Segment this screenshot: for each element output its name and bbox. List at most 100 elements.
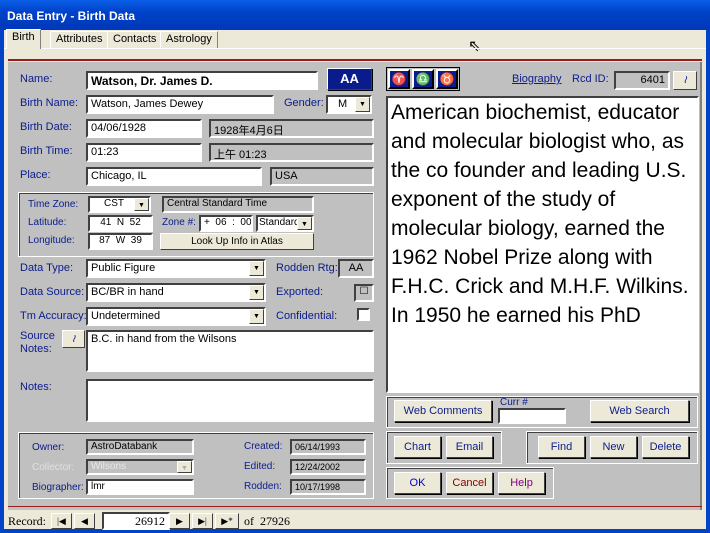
- data-source-value: BC/BR in hand: [91, 286, 164, 298]
- web-comments-button[interactable]: Web Comments: [394, 400, 492, 422]
- aa-button[interactable]: AA: [327, 68, 372, 90]
- confidential-checkbox[interactable]: [357, 308, 370, 321]
- rodden-rating-field: AA: [338, 259, 374, 278]
- chevron-down-icon: ▼: [177, 461, 192, 473]
- curr-input[interactable]: [498, 408, 566, 424]
- collector-label: Collector:: [32, 462, 75, 473]
- country-field: USA: [270, 167, 374, 186]
- mouse-cursor-icon: ⇖: [468, 38, 482, 55]
- delete-button[interactable]: Delete: [642, 436, 689, 458]
- birth-date-label: Birth Date:: [20, 121, 72, 133]
- record-navigator: Record: |◀ ◀ 26912 ▶ ▶| ▶* of 27926: [4, 512, 706, 530]
- tab-label: Contacts: [113, 33, 157, 45]
- source-notes-label-2: Notes:: [20, 343, 52, 355]
- place-input[interactable]: Chicago, IL: [86, 167, 262, 186]
- data-type-select[interactable]: Public Figure ▼: [86, 259, 266, 278]
- tab-astrology[interactable]: Astrology: [160, 31, 218, 48]
- chart-button[interactable]: Chart: [394, 436, 441, 458]
- zone-label: Zone #:: [162, 217, 196, 228]
- title-bar: Data Entry - Birth Data: [0, 0, 710, 30]
- tm-accuracy-label: Tm Accuracy:: [20, 310, 87, 322]
- chevron-down-icon[interactable]: ▼: [249, 309, 264, 324]
- birth-name-input[interactable]: Watson, James Dewey: [86, 95, 274, 114]
- source-notes-label: Source: [20, 330, 55, 342]
- birth-time-local: 上午 01:23: [209, 143, 374, 162]
- gender-value: M: [338, 98, 348, 110]
- email-button[interactable]: Email: [446, 436, 493, 458]
- tab-label: Astrology: [166, 33, 212, 45]
- tab-birth[interactable]: Birth: [6, 29, 41, 49]
- rodden-date-label: Rodden:: [244, 481, 282, 492]
- chevron-down-icon[interactable]: ▼: [355, 97, 370, 112]
- rodden-date-field: 10/17/1998: [290, 479, 366, 495]
- window-border-left: [0, 30, 4, 533]
- curr-label: Curr #: [500, 397, 528, 408]
- new-button[interactable]: New: [590, 436, 637, 458]
- longitude-input[interactable]: 87 W 39: [88, 233, 153, 250]
- exported-checkbox[interactable]: ☐: [354, 284, 374, 302]
- gender-select[interactable]: M ▼: [326, 95, 372, 114]
- birth-date-local: 1928年4月6日: [209, 119, 374, 138]
- aries-sun-icon[interactable]: ♈: [388, 69, 410, 89]
- time-zone-label: Time Zone:: [28, 199, 79, 210]
- biography-link[interactable]: Biography: [512, 73, 562, 85]
- zone-type-select[interactable]: Standard ▼: [256, 215, 314, 232]
- record-number-input[interactable]: 26912: [102, 512, 170, 530]
- last-record-icon[interactable]: ▶|: [192, 513, 213, 529]
- chevron-down-icon[interactable]: ▼: [134, 198, 149, 211]
- help-button[interactable]: Help: [498, 472, 545, 494]
- tab-divider: [4, 48, 706, 49]
- exported-label: Exported:: [276, 286, 324, 298]
- ok-button[interactable]: OK: [394, 472, 441, 494]
- look-up-atlas-button[interactable]: Look Up Info in Atlas: [160, 233, 314, 250]
- time-zone-select[interactable]: CST ▼: [88, 196, 151, 213]
- first-record-icon[interactable]: |◀: [51, 513, 72, 529]
- latitude-label: Latitude:: [28, 217, 67, 228]
- notes-textarea[interactable]: [86, 379, 374, 422]
- biographer-label: Biographer:: [32, 482, 84, 493]
- collector-value: Wilsons: [91, 461, 127, 472]
- latitude-input[interactable]: 41 N 52: [88, 215, 153, 232]
- birth-time-label: Birth Time:: [20, 145, 73, 157]
- name-input[interactable]: Watson, Dr. James D.: [86, 71, 318, 90]
- created-label: Created:: [244, 441, 283, 452]
- confidential-label: Confidential:: [276, 310, 338, 322]
- window-border-right: [706, 30, 710, 533]
- taurus-ascendant-icon[interactable]: ♉: [436, 69, 458, 89]
- rcd-id-field: 6401: [614, 71, 670, 90]
- signature-icon[interactable]: ≀: [62, 330, 85, 348]
- chevron-down-icon[interactable]: ▼: [249, 261, 264, 276]
- libra-moon-icon[interactable]: ♎: [412, 69, 434, 89]
- data-source-label: Data Source:: [20, 286, 85, 298]
- web-search-button[interactable]: Web Search: [590, 400, 689, 422]
- next-record-icon[interactable]: ▶: [169, 513, 190, 529]
- data-source-select[interactable]: BC/BR in hand ▼: [86, 283, 266, 302]
- data-type-label: Data Type:: [20, 262, 73, 274]
- chevron-down-icon[interactable]: ▼: [249, 285, 264, 300]
- time-zone-value: CST: [104, 198, 124, 209]
- signature-icon[interactable]: ≀: [673, 71, 697, 90]
- tab-contacts[interactable]: Contacts: [107, 31, 163, 48]
- birth-date-input[interactable]: 04/06/1928: [86, 119, 202, 138]
- record-total: 27926: [260, 514, 290, 528]
- biographer-input[interactable]: lmr: [86, 479, 194, 495]
- tab-attributes[interactable]: Attributes: [50, 31, 109, 48]
- source-notes-textarea[interactable]: B.C. in hand from the Wilsons: [86, 330, 374, 372]
- edited-label: Edited:: [244, 461, 276, 472]
- data-type-value: Public Figure: [91, 262, 156, 274]
- window-title: Data Entry - Birth Data: [7, 9, 136, 23]
- zone-input[interactable]: + 06 : 00: [199, 215, 253, 232]
- find-button[interactable]: Find: [538, 436, 585, 458]
- tm-accuracy-select[interactable]: Undetermined ▼: [86, 307, 266, 326]
- tab-label: Birth: [12, 31, 35, 43]
- owner-field: AstroDatabank: [86, 439, 194, 455]
- divider: [8, 59, 702, 61]
- rodden-rating-label: Rodden Rtg:: [276, 262, 338, 274]
- tm-accuracy-value: Undetermined: [91, 310, 161, 322]
- previous-record-icon[interactable]: ◀: [74, 513, 95, 529]
- biography-text[interactable]: American biochemist, educator and molecu…: [386, 96, 699, 393]
- chevron-down-icon[interactable]: ▼: [297, 217, 312, 230]
- new-record-icon[interactable]: ▶*: [215, 513, 239, 529]
- birth-time-input[interactable]: 01:23: [86, 143, 202, 162]
- cancel-button[interactable]: Cancel: [446, 472, 493, 494]
